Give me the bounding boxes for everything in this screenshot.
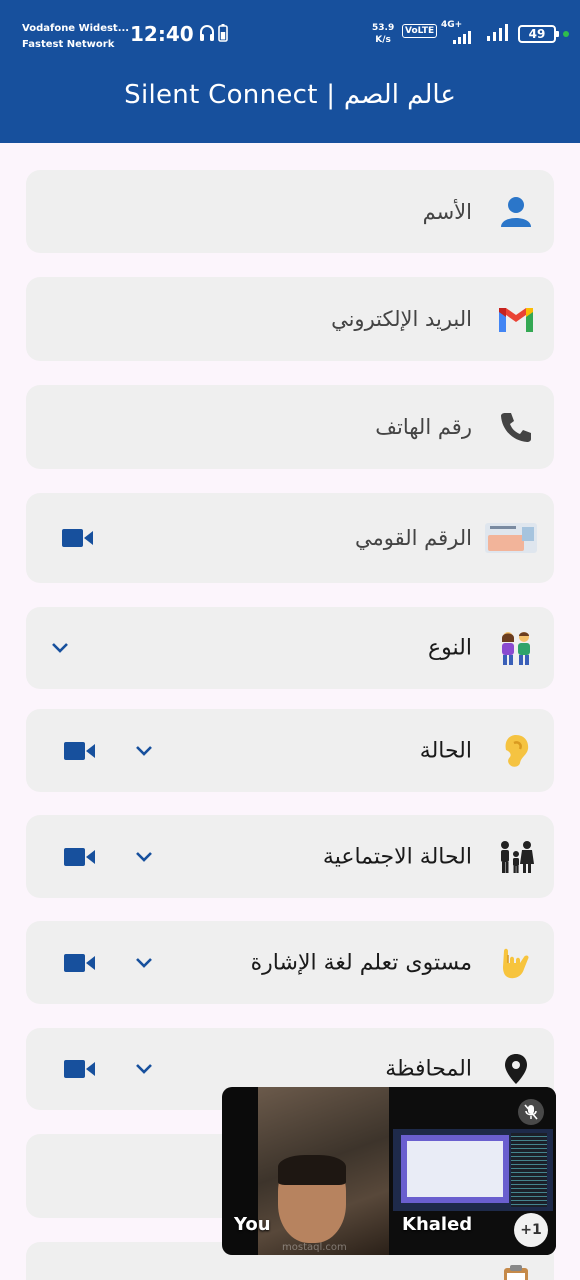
marital-status-dropdown[interactable]: الحالة الاجتماعية (26, 815, 554, 898)
watermark: mostaql.com (282, 1242, 347, 1253)
mic-off-icon[interactable] (518, 1099, 544, 1125)
id-card-icon (484, 518, 538, 558)
gender-dropdown[interactable]: النوع (26, 607, 554, 689)
chevron-down-icon[interactable] (134, 744, 154, 758)
person-icon (496, 192, 536, 232)
chevron-down-icon[interactable] (134, 1062, 154, 1076)
family-icon (496, 837, 536, 877)
video-camera-icon[interactable] (64, 741, 96, 761)
network-type: 4G+ (441, 20, 463, 30)
video-call-overlay[interactable]: You Khaled mostaql.com +1 (222, 1087, 556, 1255)
battery-small-icon (218, 24, 228, 42)
net-speed: 53.9 K/s (372, 22, 394, 46)
hearing-status-dropdown[interactable]: الحالة (26, 709, 554, 792)
privacy-dot (563, 31, 569, 37)
self-name-label: You (234, 1214, 271, 1235)
carrier-info: Vodafone Widest... Fastest Network (22, 21, 129, 53)
signal-4g: 4G+ (441, 20, 473, 49)
name-field[interactable]: الأسم (26, 170, 554, 253)
status-time: 12:40 (130, 22, 194, 46)
app-title: Silent Connect | عالم الصم (124, 80, 456, 110)
net-speed-unit: K/s (375, 35, 391, 45)
remote-name-label: Khaled (402, 1214, 473, 1235)
sign-language-level-dropdown[interactable]: مستوى تعلم لغة الإشارة (26, 921, 554, 1004)
gmail-icon (496, 299, 536, 339)
top-bar: Vodafone Widest... Fastest Network 12:40… (0, 0, 580, 143)
carrier-name: Vodafone Widest... (22, 23, 130, 34)
ear-icon (496, 731, 536, 771)
sign-language-level-label: مستوى تعلم لغة الإشارة (250, 950, 472, 975)
battery-indicator: 49 (518, 25, 559, 43)
phone-icon (496, 407, 536, 447)
net-speed-value: 53.9 (372, 23, 395, 33)
marital-status-label: الحالة الاجتماعية (322, 844, 472, 869)
shared-code-panel (511, 1133, 547, 1207)
chevron-down-icon[interactable] (134, 956, 154, 970)
status-icons (199, 24, 228, 42)
signal-icon (487, 24, 508, 41)
video-camera-icon[interactable] (64, 953, 96, 973)
carrier-tagline: Fastest Network (22, 39, 115, 50)
video-camera-icon[interactable] (64, 847, 96, 867)
location-pin-icon (496, 1049, 536, 1089)
phone-field-label: رقم الهاتف (375, 415, 472, 439)
email-field-label: البريد الإلكتروني (331, 307, 472, 331)
volte-badge: VoLTE (402, 24, 438, 38)
chevron-down-icon[interactable] (134, 850, 154, 864)
chevron-down-icon[interactable] (50, 641, 70, 655)
signal-icon (453, 31, 471, 44)
couple-icon (496, 628, 536, 668)
sign-hand-icon (496, 943, 536, 983)
email-field[interactable]: البريد الإلكتروني (26, 277, 554, 361)
shared-window (401, 1135, 509, 1203)
clipboard-icon (496, 1260, 536, 1280)
video-camera-icon[interactable] (64, 1059, 96, 1079)
national-id-field-label: الرقم القومي (355, 526, 472, 550)
hearing-status-label: الحالة (419, 738, 472, 763)
more-participants-button[interactable]: +1 (514, 1213, 548, 1247)
video-camera-icon[interactable] (62, 528, 94, 548)
phone-field[interactable]: رقم الهاتف (26, 385, 554, 469)
headphones-icon (200, 25, 214, 41)
name-field-label: الأسم (422, 199, 472, 224)
self-hair (278, 1155, 346, 1185)
governorate-label: المحافظة (385, 1056, 472, 1082)
shared-monitor (393, 1129, 553, 1211)
national-id-field[interactable]: الرقم القومي (26, 493, 554, 583)
self-video (258, 1087, 389, 1255)
gender-dropdown-label: النوع (428, 635, 472, 661)
